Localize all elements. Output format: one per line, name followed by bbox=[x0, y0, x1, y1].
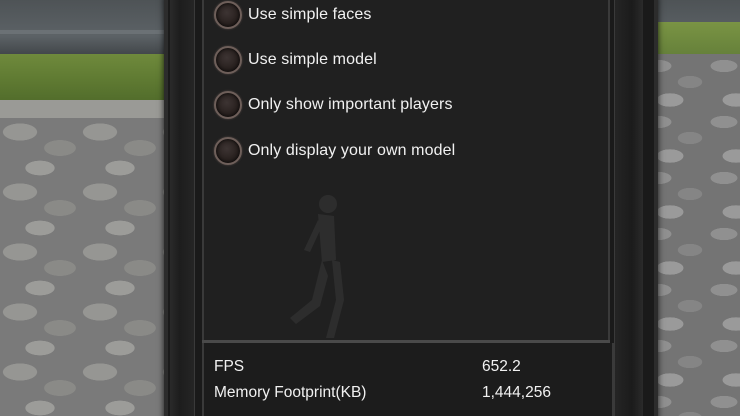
radio-button[interactable] bbox=[214, 91, 242, 119]
option-only-display-own-model[interactable]: Only display your own model bbox=[214, 134, 455, 168]
option-label: Only show important players bbox=[248, 96, 453, 113]
radio-button[interactable] bbox=[214, 1, 242, 29]
panel-right-rail bbox=[614, 0, 643, 416]
option-label: Only display your own model bbox=[248, 142, 456, 159]
option-label: Use simple model bbox=[248, 51, 377, 68]
character-silhouette-icon bbox=[290, 195, 344, 338]
game-scene: Use simple faces Use simple model Only s… bbox=[0, 0, 740, 416]
stat-label: Memory Footprint(KB) bbox=[214, 384, 367, 401]
stat-label: FPS bbox=[214, 358, 245, 375]
panel-left-rail bbox=[170, 0, 195, 416]
stat-value: 652.2 bbox=[482, 358, 521, 375]
radio-button[interactable] bbox=[214, 46, 242, 74]
option-label: Use simple faces bbox=[248, 6, 372, 23]
option-only-show-important-players[interactable]: Only show important players bbox=[214, 88, 453, 122]
stat-row-memory: Memory Footprint(KB) 1,444,256 bbox=[214, 384, 574, 406]
option-use-simple-model[interactable]: Use simple model bbox=[214, 43, 377, 77]
stat-row-fps: FPS 652.2 bbox=[214, 358, 574, 380]
option-use-simple-faces[interactable]: Use simple faces bbox=[214, 0, 371, 32]
radio-button[interactable] bbox=[214, 137, 242, 165]
background-grass-left bbox=[0, 54, 172, 106]
stat-value: 1,444,256 bbox=[482, 384, 551, 401]
